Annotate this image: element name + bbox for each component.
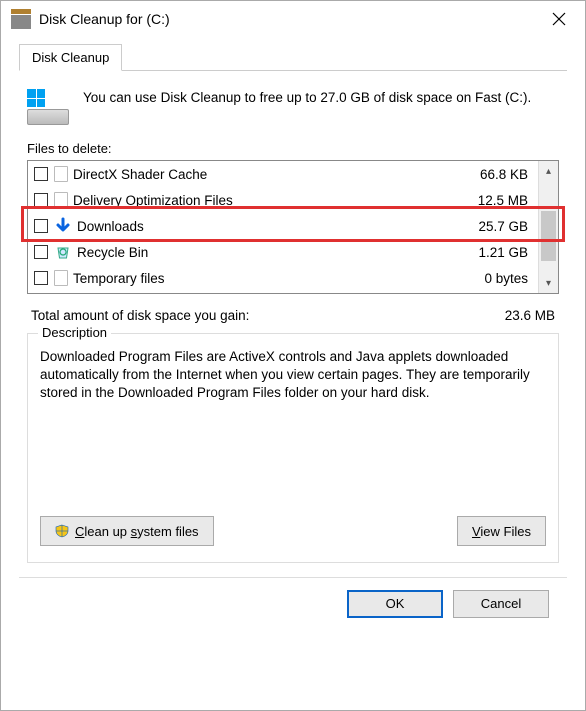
item-name: Recycle Bin bbox=[77, 245, 478, 260]
intro-text: You can use Disk Cleanup to free up to 2… bbox=[83, 89, 531, 107]
dialog-footer: OK Cancel bbox=[19, 577, 567, 629]
item-size: 66.8 KB bbox=[480, 167, 532, 182]
scroll-down-arrow-icon[interactable]: ▾ bbox=[539, 273, 558, 293]
item-size: 1.21 GB bbox=[478, 245, 532, 260]
checkbox[interactable] bbox=[34, 245, 48, 259]
item-name: Downloads bbox=[77, 219, 478, 234]
intro-row: You can use Disk Cleanup to free up to 2… bbox=[19, 71, 567, 131]
files-listbox[interactable]: DirectX Shader Cache 66.8 KB Delivery Op… bbox=[27, 160, 559, 294]
item-size: 0 bytes bbox=[484, 271, 532, 286]
scroll-up-arrow-icon[interactable]: ▴ bbox=[539, 161, 558, 181]
view-files-button[interactable]: View Files bbox=[457, 516, 546, 546]
file-icon bbox=[54, 192, 68, 208]
ok-button[interactable]: OK bbox=[347, 590, 443, 618]
item-size: 12.5 MB bbox=[478, 193, 532, 208]
window-title: Disk Cleanup for (C:) bbox=[39, 11, 539, 27]
files-to-delete-label: Files to delete: bbox=[27, 141, 559, 156]
disk-cleanup-icon bbox=[11, 9, 31, 29]
scroll-track[interactable] bbox=[539, 181, 558, 273]
total-line: Total amount of disk space you gain: 23.… bbox=[31, 308, 555, 323]
tab-disk-cleanup[interactable]: Disk Cleanup bbox=[19, 44, 122, 71]
dialog-content: Disk Cleanup You can use Disk Cleanup to… bbox=[1, 37, 585, 710]
cancel-button[interactable]: Cancel bbox=[453, 590, 549, 618]
checkbox[interactable] bbox=[34, 271, 48, 285]
total-label: Total amount of disk space you gain: bbox=[31, 308, 249, 323]
button-label: Clean up system files bbox=[75, 524, 199, 539]
tabstrip: Disk Cleanup bbox=[19, 43, 567, 71]
disk-cleanup-window: Disk Cleanup for (C:) Disk Cleanup You c… bbox=[0, 0, 586, 711]
scroll-thumb[interactable] bbox=[541, 211, 556, 261]
list-item[interactable]: Recycle Bin 1.21 GB bbox=[28, 239, 538, 265]
item-name: DirectX Shader Cache bbox=[73, 167, 480, 182]
description-group: Description Downloaded Program Files are… bbox=[27, 333, 559, 563]
recycle-bin-icon bbox=[54, 243, 72, 261]
drive-icon bbox=[27, 89, 69, 125]
file-icon bbox=[54, 166, 68, 182]
checkbox[interactable] bbox=[34, 167, 48, 181]
description-legend: Description bbox=[38, 325, 111, 340]
file-icon bbox=[54, 270, 68, 286]
checkbox[interactable] bbox=[34, 219, 48, 233]
item-name: Temporary files bbox=[73, 271, 484, 286]
list-item[interactable]: Temporary files 0 bytes bbox=[28, 265, 538, 291]
total-value: 23.6 MB bbox=[505, 308, 555, 323]
files-listbox-container: DirectX Shader Cache 66.8 KB Delivery Op… bbox=[27, 160, 559, 294]
shield-icon bbox=[55, 524, 69, 538]
button-label: View Files bbox=[472, 524, 531, 539]
clean-up-system-files-button[interactable]: Clean up system files bbox=[40, 516, 214, 546]
list-item[interactable]: Delivery Optimization Files 12.5 MB bbox=[28, 187, 538, 213]
description-text: Downloaded Program Files are ActiveX con… bbox=[40, 348, 546, 516]
titlebar: Disk Cleanup for (C:) bbox=[1, 1, 585, 37]
close-button[interactable] bbox=[539, 4, 579, 34]
download-arrow-icon bbox=[54, 217, 72, 235]
checkbox[interactable] bbox=[34, 193, 48, 207]
list-scrollbar[interactable]: ▴ ▾ bbox=[538, 161, 558, 293]
list-item[interactable]: DirectX Shader Cache 66.8 KB bbox=[28, 161, 538, 187]
item-size: 25.7 GB bbox=[478, 219, 532, 234]
list-item[interactable]: Downloads 25.7 GB bbox=[28, 213, 538, 239]
item-name: Delivery Optimization Files bbox=[73, 193, 478, 208]
